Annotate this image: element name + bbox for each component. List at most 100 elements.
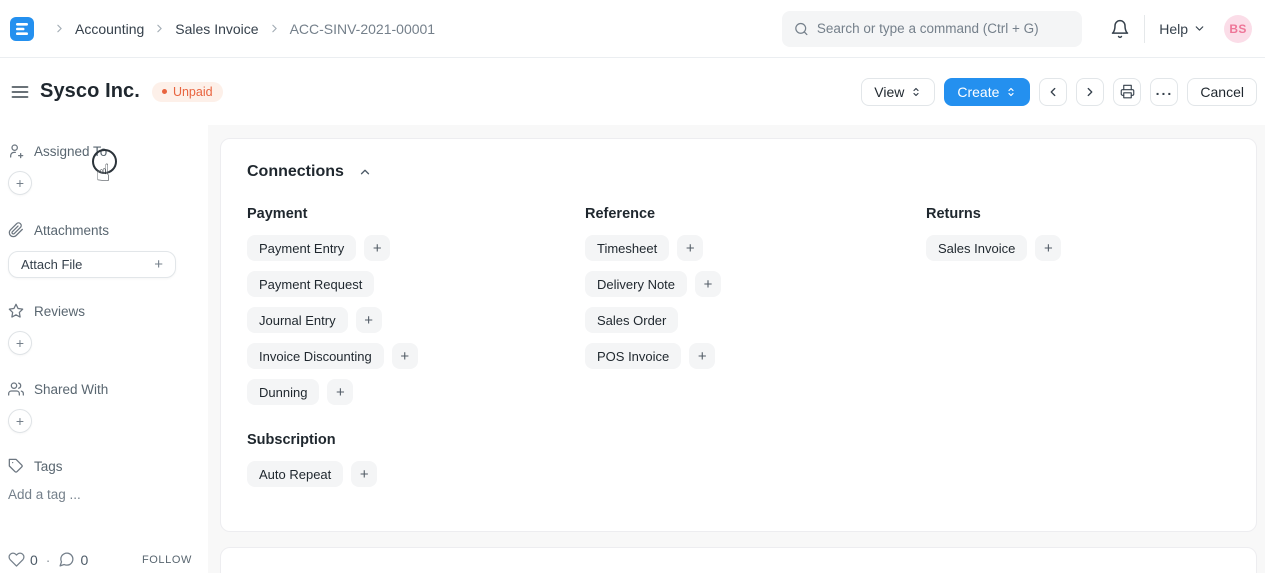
chevron-right-icon: [53, 22, 66, 35]
status-label: Unpaid: [173, 85, 213, 99]
top-navbar: AccountingSales InvoiceACC-SINV-2021-000…: [0, 0, 1265, 58]
new-document-plus-button[interactable]: +: [327, 379, 353, 405]
connection-group: ReturnsSales Invoice+: [926, 206, 1230, 415]
add-tag-input[interactable]: Add a tag ...: [8, 487, 192, 502]
connection-link[interactable]: Payment Request: [247, 271, 374, 297]
breadcrumb-separator: [268, 22, 281, 35]
user-avatar[interactable]: BS: [1224, 15, 1252, 43]
next-document-button[interactable]: [1076, 78, 1104, 106]
connections-groups: Payment Payment Entry + Payment Request Jour…: [247, 206, 1230, 415]
view-button-label: View: [874, 84, 904, 100]
help-menu[interactable]: Help: [1159, 21, 1206, 37]
global-search[interactable]: [782, 11, 1082, 47]
breadcrumb-separator: [153, 22, 166, 35]
chevron-up-icon: [358, 165, 372, 179]
previous-document-button[interactable]: [1039, 78, 1067, 106]
connection-row: Timesheet +: [585, 235, 926, 261]
connections-card: Connections PaymentPayment Entry+Payment…: [220, 138, 1257, 532]
chevron-down-icon: [1193, 22, 1206, 35]
connection-group-title: Subscription: [247, 432, 1230, 448]
new-document-plus-button[interactable]: +: [677, 235, 703, 261]
connections-title: Connections: [247, 163, 344, 181]
unfold-icon: [1005, 86, 1017, 98]
connection-group-title: Payment: [247, 206, 585, 222]
new-document-plus-button[interactable]: +: [356, 307, 382, 333]
connection-link[interactable]: Auto Repeat: [247, 461, 343, 487]
connection-row: Sales Order: [585, 307, 926, 333]
breadcrumb-separator: [53, 22, 66, 35]
connection-link[interactable]: Journal Entry: [247, 307, 348, 333]
heart-icon[interactable]: [8, 551, 25, 568]
form-sidebar: Assigned To + Attachments Attach File + …: [0, 125, 208, 573]
connection-row: Journal Entry +: [247, 307, 585, 333]
status-badge: Unpaid: [152, 82, 223, 102]
attach-file-label: Attach File: [21, 257, 82, 272]
breadcrumb: AccountingSales InvoiceACC-SINV-2021-000…: [44, 21, 435, 37]
connection-row: Payment Request: [247, 271, 585, 297]
add-share-button[interactable]: +: [8, 409, 32, 433]
print-button[interactable]: [1113, 78, 1141, 106]
tag-icon: [8, 458, 24, 474]
sidebar-footer: 0 · 0 FOLLOW: [8, 551, 192, 568]
add-assignment-button[interactable]: +: [8, 171, 32, 195]
assign-user-icon: [8, 143, 24, 159]
shared-with-section: Shared With: [8, 381, 192, 397]
navbar-divider: [1144, 15, 1145, 43]
menu-ellipsis-button[interactable]: ...: [1150, 78, 1178, 106]
collapse-section-button[interactable]: [356, 163, 374, 181]
connection-link[interactable]: Payment Entry: [247, 235, 356, 261]
comment-count: 0: [80, 552, 88, 568]
new-document-plus-button[interactable]: +: [351, 461, 377, 487]
cancel-button[interactable]: Cancel: [1187, 78, 1257, 106]
attach-file-button[interactable]: Attach File +: [8, 251, 176, 278]
status-dot: [162, 89, 167, 94]
connection-row: Auto Repeat +: [247, 461, 1230, 487]
new-document-plus-button[interactable]: +: [392, 343, 418, 369]
create-button[interactable]: Create: [944, 78, 1030, 106]
connection-link[interactable]: Invoice Discounting: [247, 343, 384, 369]
page-head: Sysco Inc. Unpaid View Create ... Cancel: [0, 58, 1265, 125]
connection-group: Reference Timesheet + Delivery Note + Sales O…: [585, 206, 926, 415]
chevron-right-icon: [268, 22, 281, 35]
dot-separator: ·: [46, 552, 51, 568]
ellipsis-icon: ...: [1156, 83, 1174, 97]
connection-group: Subscription Auto Repeat +: [247, 432, 1230, 487]
connection-group: Payment Payment Entry + Payment Request Jour…: [247, 206, 585, 415]
chevron-left-icon: [1046, 85, 1060, 99]
connection-group-title: Reference: [585, 206, 926, 222]
connection-row: Dunning +: [247, 379, 585, 405]
search-input[interactable]: [817, 21, 1070, 36]
star-icon: [8, 303, 24, 319]
new-document-plus-button[interactable]: +: [689, 343, 715, 369]
connection-link[interactable]: Dunning: [247, 379, 319, 405]
details-card: Customer Date*: [220, 547, 1257, 573]
help-label: Help: [1159, 21, 1188, 37]
connection-link[interactable]: POS Invoice: [585, 343, 681, 369]
chevron-right-icon: [1083, 85, 1097, 99]
breadcrumb-link[interactable]: Accounting: [75, 21, 144, 37]
connection-link[interactable]: Sales Invoice: [926, 235, 1027, 261]
comment-icon[interactable]: [58, 551, 75, 568]
unfold-icon: [910, 86, 922, 98]
tags-label: Tags: [34, 459, 63, 474]
printer-icon: [1120, 84, 1135, 99]
notifications-bell-icon[interactable]: [1110, 19, 1130, 39]
new-document-plus-button[interactable]: +: [1035, 235, 1061, 261]
connection-row: Invoice Discounting +: [247, 343, 585, 369]
connection-link[interactable]: Delivery Note: [585, 271, 687, 297]
new-document-plus-button[interactable]: +: [364, 235, 390, 261]
connection-link[interactable]: Sales Order: [585, 307, 678, 333]
view-button[interactable]: View: [861, 78, 935, 106]
add-review-button[interactable]: +: [8, 331, 32, 355]
new-document-plus-button[interactable]: +: [695, 271, 721, 297]
plus-icon: +: [154, 256, 163, 273]
subscription-group: Subscription Auto Repeat +: [247, 432, 1230, 487]
erpnext-logo-icon[interactable]: [10, 17, 34, 41]
tags-section: Tags: [8, 458, 192, 474]
search-icon: [794, 21, 809, 37]
shared-with-label: Shared With: [34, 382, 108, 397]
connection-link[interactable]: Timesheet: [585, 235, 669, 261]
sidebar-toggle-icon[interactable]: [8, 80, 32, 104]
follow-button[interactable]: FOLLOW: [142, 554, 192, 566]
breadcrumb-link[interactable]: Sales Invoice: [175, 21, 258, 37]
